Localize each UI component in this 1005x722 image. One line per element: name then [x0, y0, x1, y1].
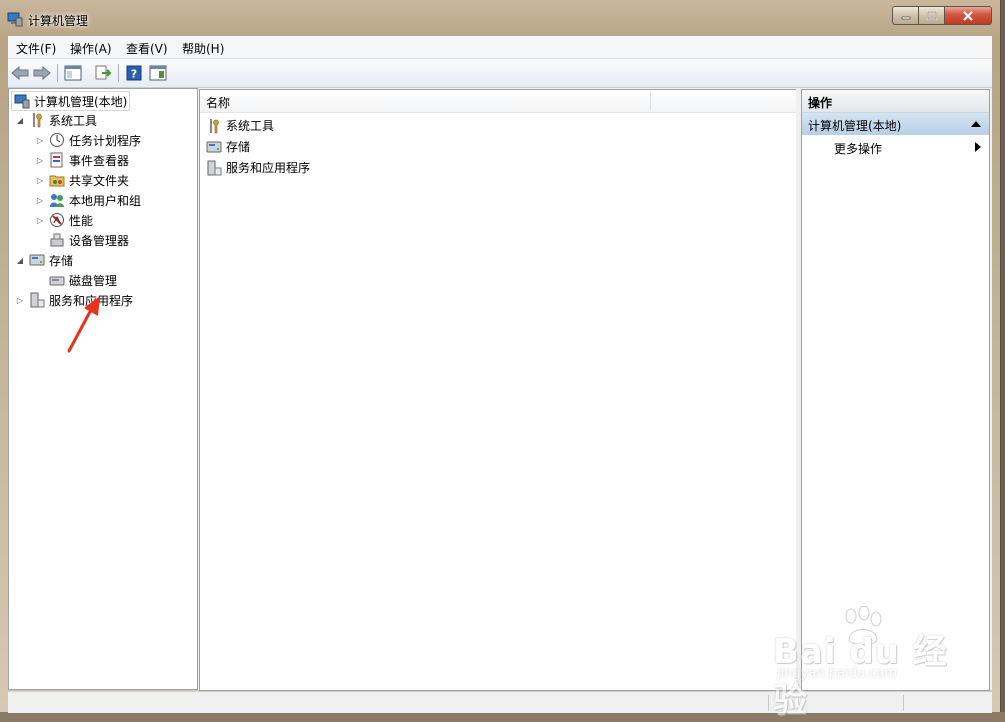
toolbar-separator	[118, 64, 119, 82]
main-content: 计算机管理(本地) ◢ 系统工具 ▷ 任务计划程序 ▷ 事件查看器 ▷ 共享文件…	[8, 88, 992, 691]
svg-text:?: ?	[131, 68, 137, 81]
more-actions-label: 更多操作	[834, 142, 883, 156]
collapsed-arrow-icon[interactable]: ▷	[35, 155, 45, 165]
tree-item-local-users[interactable]: ▷ 本地用户和组	[35, 191, 141, 209]
tree-item-label: 设备管理器	[69, 233, 130, 248]
system-tools-icon	[210, 118, 219, 133]
users-icon	[50, 194, 64, 207]
window-controls	[892, 6, 992, 25]
computer-management-icon	[14, 94, 30, 109]
action-pane-header: 操作	[802, 90, 989, 113]
collapsed-arrow-icon[interactable]: ▷	[35, 195, 45, 205]
system-tools-icon	[33, 113, 42, 128]
device-manager-icon	[50, 233, 64, 247]
performance-icon	[50, 213, 64, 227]
annotation-arrow-icon	[67, 296, 100, 353]
list-item[interactable]: 服务和应用程序	[206, 158, 310, 177]
list-item[interactable]: 系统工具	[206, 116, 274, 135]
services-icon	[30, 292, 45, 308]
column-divider[interactable]	[650, 92, 651, 110]
action-section-label: 计算机管理(本地)	[808, 119, 902, 133]
help-icon: ?	[126, 65, 142, 81]
maximize-button[interactable]	[919, 6, 945, 25]
tree-item-event-viewer[interactable]: ▷ 事件查看器	[35, 151, 129, 169]
tree-item-label: 计算机管理(本地)	[34, 94, 128, 109]
tree-item-label: 任务计划程序	[69, 133, 142, 148]
watermark-url: jingyan.baidu.com	[777, 666, 897, 681]
list-item-label: 系统工具	[226, 119, 275, 133]
expanded-arrow-icon[interactable]: ◢	[15, 115, 25, 125]
action-section-computer-management[interactable]: 计算机管理(本地)	[802, 113, 989, 135]
computer-management-icon	[7, 12, 23, 27]
tree-item-label: 事件查看器	[69, 153, 130, 168]
export-list-button[interactable]	[93, 63, 113, 83]
tree-item-performance[interactable]: ▷ 性能	[35, 211, 93, 229]
minimize-button[interactable]	[892, 6, 919, 25]
collapsed-arrow-icon[interactable]: ▷	[35, 175, 45, 185]
clock-icon	[50, 133, 64, 147]
tree-item-root[interactable]: 计算机管理(本地)	[11, 91, 131, 111]
results-list: 名称 系统工具 存储 服务和应用程序	[199, 89, 798, 691]
status-divider	[768, 695, 769, 711]
tree-item-label: 存储	[49, 253, 74, 268]
tree-item-storage[interactable]: ◢ 存储	[15, 251, 73, 269]
forward-arrow-icon	[33, 66, 51, 80]
tree-item-disk-management[interactable]: 磁盘管理	[49, 271, 117, 289]
menu-file[interactable]: 文件(F)	[16, 40, 56, 57]
help-button[interactable]: ?	[124, 63, 144, 83]
column-name-label: 名称	[206, 96, 231, 110]
shared-folder-icon	[49, 175, 65, 187]
collapsed-arrow-icon[interactable]: ▷	[15, 295, 25, 305]
column-header[interactable]: 名称	[200, 90, 797, 113]
close-button[interactable]	[945, 6, 992, 25]
export-list-icon	[95, 65, 112, 80]
window-title: 计算机管理	[28, 14, 89, 28]
more-actions-item[interactable]: 更多操作	[802, 137, 989, 157]
storage-icon	[29, 254, 45, 266]
list-item-label: 服务和应用程序	[226, 161, 311, 175]
tree-item-label: 系统工具	[49, 113, 98, 128]
title-bar[interactable]: 计算机管理	[0, 0, 1000, 34]
action-pane-title: 操作	[808, 96, 833, 110]
expanded-arrow-icon[interactable]: ◢	[15, 255, 25, 265]
forward-button[interactable]	[32, 63, 52, 83]
services-icon	[207, 160, 222, 175]
console-tree: 计算机管理(本地) ◢ 系统工具 ▷ 任务计划程序 ▷ 事件查看器 ▷ 共享文件…	[8, 88, 198, 690]
tree-item-task-scheduler[interactable]: ▷ 任务计划程序	[35, 131, 141, 149]
toolbar-separator	[57, 64, 58, 82]
collapse-arrow-icon[interactable]	[971, 121, 981, 127]
tree-item-label: 性能	[69, 213, 94, 228]
list-item[interactable]: 存储	[206, 137, 250, 156]
event-viewer-icon	[50, 152, 63, 168]
collapsed-arrow-icon[interactable]: ▷	[35, 135, 45, 145]
submenu-arrow-icon	[975, 142, 981, 152]
show-hide-tree-button[interactable]	[63, 63, 83, 83]
maximize-icon	[926, 11, 937, 20]
tree-item-system-tools[interactable]: ◢ 系统工具	[15, 111, 97, 129]
back-arrow-icon	[11, 66, 29, 80]
baidu-jingyan-watermark: Bai du 经验 jingyan.baidu.com	[773, 606, 953, 721]
menu-bar: 文件(F) 操作(A) 查看(V) 帮助(H)	[8, 36, 992, 59]
show-hide-action-pane-icon	[149, 65, 167, 81]
menu-view[interactable]: 查看(V)	[126, 40, 168, 57]
back-button[interactable]	[10, 63, 30, 83]
disk-icon	[49, 276, 65, 286]
action-pane: 操作 计算机管理(本地) 更多操作	[801, 89, 990, 691]
show-hide-action-pane-button[interactable]	[148, 63, 168, 83]
collapsed-arrow-icon[interactable]: ▷	[35, 215, 45, 225]
minimize-icon	[901, 16, 910, 19]
tree-item-device-manager[interactable]: 设备管理器	[49, 231, 129, 249]
menu-action[interactable]: 操作(A)	[70, 40, 112, 57]
list-item-label: 存储	[226, 140, 251, 154]
tree-item-shared-folders[interactable]: ▷ 共享文件夹	[35, 171, 129, 189]
toolbar: ?	[8, 59, 992, 88]
show-hide-tree-icon	[64, 65, 82, 81]
tree-item-label: 磁盘管理	[69, 273, 118, 288]
tree-item-label: 本地用户和组	[69, 193, 142, 208]
storage-icon	[206, 141, 222, 152]
close-icon	[963, 10, 973, 21]
menu-help[interactable]: 帮助(H)	[182, 40, 224, 57]
tree-item-label: 共享文件夹	[69, 173, 130, 188]
